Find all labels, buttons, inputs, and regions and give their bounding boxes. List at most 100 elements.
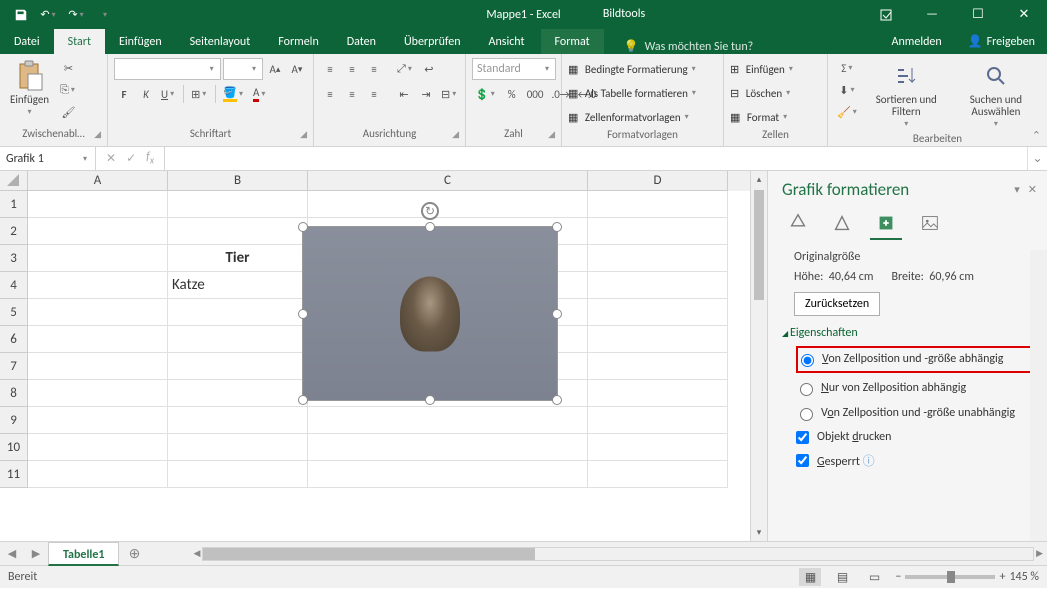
resize-handle[interactable] xyxy=(425,395,435,405)
number-format-combo[interactable]: Standard▾ xyxy=(472,58,556,80)
cut-button[interactable]: ✂ xyxy=(57,58,80,78)
reset-button[interactable]: Zurücksetzen xyxy=(794,292,880,316)
fontsize-combo[interactable]: ▾ xyxy=(223,58,263,80)
cell-b3[interactable]: Tier xyxy=(168,245,308,272)
font-combo[interactable]: ▾ xyxy=(114,58,221,80)
row-header[interactable]: 5 xyxy=(0,299,28,326)
wrap-text-button[interactable]: ↩ xyxy=(419,59,439,79)
pane-options-button[interactable]: ▾ xyxy=(1014,183,1020,196)
pane-close-button[interactable]: ✕ xyxy=(1028,183,1037,196)
properties-section-toggle[interactable]: Eigenschaften xyxy=(782,326,1039,340)
tab-ueberpruefen[interactable]: Überprüfen xyxy=(390,29,475,54)
underline-button[interactable]: U▾ xyxy=(158,84,179,104)
locked-checkbox[interactable]: Gesperrt ⓘ xyxy=(782,448,1039,473)
vertical-scrollbar[interactable]: ▴ ▾ xyxy=(750,171,767,541)
italic-button[interactable]: K xyxy=(136,84,156,104)
sheet-nav-next[interactable]: ▶ xyxy=(24,547,48,560)
format-cells-button[interactable]: ▦ Format▾ xyxy=(730,106,789,128)
decrease-font-button[interactable]: A▾ xyxy=(287,59,307,79)
increase-font-button[interactable]: A▴ xyxy=(265,59,285,79)
column-header[interactable]: C xyxy=(308,171,588,191)
thousands-button[interactable]: 000 xyxy=(524,84,547,104)
expand-formula-bar[interactable]: ⌄ xyxy=(1027,147,1047,170)
sheet-nav-prev[interactable]: ◀ xyxy=(0,547,24,560)
clear-button[interactable]: 🧹▾ xyxy=(834,102,862,122)
collapse-ribbon-button[interactable]: ⌃ xyxy=(1032,129,1041,142)
align-top-button[interactable]: ≡ xyxy=(320,59,340,79)
tab-start[interactable]: Start xyxy=(54,29,105,54)
worksheet-grid[interactable]: A B C D 1 2 3TierBild 4Katze 5 6 7 8 9 1… xyxy=(0,171,750,541)
effects-tab[interactable] xyxy=(826,208,858,240)
align-right-button[interactable]: ≡ xyxy=(364,84,384,104)
conditional-format-button[interactable]: ▦ Bedingte Formatierung▾ xyxy=(568,58,698,80)
resize-handle[interactable] xyxy=(552,309,562,319)
autosum-button[interactable]: Σ▾ xyxy=(834,58,862,78)
align-middle-button[interactable]: ≡ xyxy=(342,59,362,79)
resize-handle[interactable] xyxy=(552,395,562,405)
resize-handle[interactable] xyxy=(425,222,435,232)
percent-button[interactable]: % xyxy=(502,84,522,104)
column-header[interactable]: B xyxy=(168,171,308,191)
format-as-table-button[interactable]: ▦ Als Tabelle formatieren▾ xyxy=(568,82,698,104)
find-select-button[interactable]: Suchen und Auswählen▾ xyxy=(951,58,1041,132)
fill-color-button[interactable]: 🪣▾ xyxy=(220,84,248,104)
border-button[interactable]: ⊞▾ xyxy=(188,84,211,104)
column-header[interactable]: D xyxy=(588,171,728,191)
cancel-formula-icon[interactable]: ✕ xyxy=(106,151,116,166)
increase-indent-button[interactable]: ⇥ xyxy=(416,84,436,104)
size-properties-tab[interactable] xyxy=(870,208,902,240)
page-layout-view-button[interactable]: ▤ xyxy=(831,568,853,586)
column-header[interactable]: A xyxy=(28,171,168,191)
move-with-cells-radio[interactable]: Nur von Zellposition abhängig xyxy=(796,376,1039,401)
name-box[interactable]: Grafik 1▾ xyxy=(0,147,96,170)
tab-format[interactable]: Format xyxy=(541,29,604,54)
dialog-launcher-icon[interactable]: ◢ xyxy=(452,129,459,140)
orientation-button[interactable]: ⤢▾ xyxy=(394,59,417,79)
cell-b4[interactable]: Katze xyxy=(168,272,308,299)
zoom-level[interactable]: 145 % xyxy=(1009,570,1039,584)
tab-datei[interactable]: Datei xyxy=(0,29,54,54)
minimize-button[interactable]: — xyxy=(909,0,955,29)
ribbon-display-options[interactable] xyxy=(863,0,909,29)
row-header[interactable]: 2 xyxy=(0,218,28,245)
row-header[interactable]: 10 xyxy=(0,434,28,461)
qat-customize[interactable]: ▾ xyxy=(92,2,118,28)
enter-formula-icon[interactable]: ✓ xyxy=(126,151,136,166)
redo-button[interactable]: ↷▾ xyxy=(64,2,90,28)
dialog-launcher-icon[interactable]: ◢ xyxy=(94,129,101,140)
row-header[interactable]: 4 xyxy=(0,272,28,299)
tab-daten[interactable]: Daten xyxy=(333,29,390,54)
row-header[interactable]: 1 xyxy=(0,191,28,218)
rotate-handle[interactable] xyxy=(421,202,439,220)
zoom-slider[interactable] xyxy=(905,575,995,579)
select-all-button[interactable] xyxy=(0,171,28,191)
print-object-checkbox[interactable]: Objekt drucken xyxy=(782,426,1039,448)
row-header[interactable]: 3 xyxy=(0,245,28,272)
insert-cells-button[interactable]: ⊞ Einfügen▾ xyxy=(730,58,795,80)
sheet-tab[interactable]: Tabelle1 xyxy=(48,542,119,566)
move-size-with-cells-radio[interactable]: Von Zellposition und -größe abhängig xyxy=(796,346,1039,373)
font-color-button[interactable]: A▾ xyxy=(250,84,270,104)
copy-button[interactable]: ⎘▾ xyxy=(57,80,80,100)
row-header[interactable]: 8 xyxy=(0,380,28,407)
page-break-view-button[interactable]: ▭ xyxy=(863,568,885,586)
align-bottom-button[interactable]: ≡ xyxy=(364,59,384,79)
paste-button[interactable]: Einfügen▾ xyxy=(6,58,53,120)
tab-ansicht[interactable]: Ansicht xyxy=(475,29,539,54)
resize-handle[interactable] xyxy=(298,395,308,405)
delete-cells-button[interactable]: ⊟ Löschen▾ xyxy=(730,82,792,104)
resize-handle[interactable] xyxy=(298,222,308,232)
align-center-button[interactable]: ≡ xyxy=(342,84,362,104)
decrease-indent-button[interactable]: ⇤ xyxy=(394,84,414,104)
cell-styles-button[interactable]: ▦ Zellenformatvorlagen▾ xyxy=(568,106,691,128)
zoom-out-button[interactable]: − xyxy=(895,570,901,584)
resize-handle[interactable] xyxy=(552,222,562,232)
tab-formeln[interactable]: Formeln xyxy=(264,29,332,54)
pane-scrollbar[interactable] xyxy=(1030,250,1047,541)
fill-button[interactable]: ⬇▾ xyxy=(834,80,862,100)
tab-seitenlayout[interactable]: Seitenlayout xyxy=(176,29,265,54)
row-header[interactable]: 7 xyxy=(0,353,28,380)
maximize-button[interactable]: ☐ xyxy=(955,0,1001,29)
tab-einfuegen[interactable]: Einfügen xyxy=(105,29,176,54)
fill-line-tab[interactable] xyxy=(782,208,814,240)
